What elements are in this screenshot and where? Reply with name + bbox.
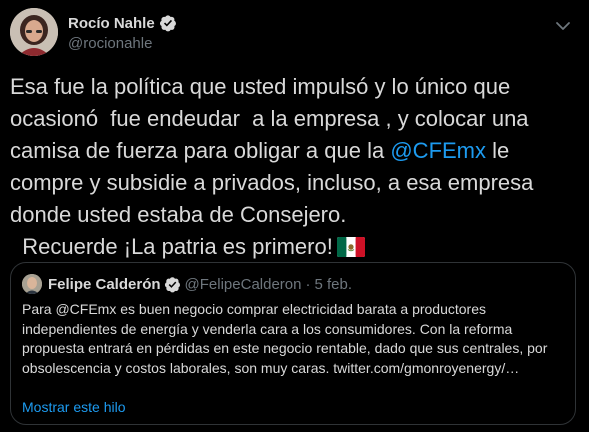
author-avatar[interactable] [10, 8, 58, 56]
author-handle[interactable]: @rocionahle [68, 35, 177, 52]
mention-link[interactable]: @CFEmx [390, 138, 486, 163]
tweet-header: Rocío Nahle @rocionahle [10, 8, 579, 60]
quoted-handle: @FelipeCalderon [184, 275, 302, 293]
quoted-display-name: Felipe Calderón [48, 275, 161, 293]
quoted-body: Para @CFEmx es buen negocio comprar elec… [22, 301, 548, 376]
mexico-flag-icon [336, 237, 365, 257]
avatar-photo-icon [10, 8, 58, 56]
show-thread-link[interactable]: Mostrar este hilo [22, 399, 125, 415]
quoted-separator: · [305, 275, 311, 293]
quoted-author-avatar [22, 274, 42, 294]
more-options-icon[interactable] [553, 16, 573, 36]
quoted-avatar-photo-icon [22, 274, 42, 294]
author-display-name[interactable]: Rocío Nahle [68, 15, 155, 32]
verified-badge-icon [159, 15, 176, 32]
quoted-date: 5 feb. [314, 275, 353, 293]
quoted-verified-badge-icon [164, 276, 180, 292]
tweet-text: Esa fue la política que usted impulsó y … [10, 71, 580, 263]
quoted-tweet[interactable]: Felipe Calderón @FelipeCalderon · 5 feb.… [10, 262, 576, 425]
